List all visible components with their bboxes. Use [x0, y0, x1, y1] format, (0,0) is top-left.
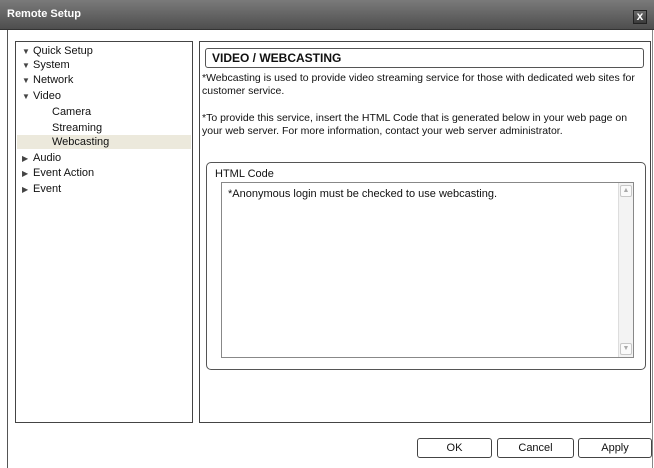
vertical-scrollbar[interactable]: ▲ ▼ — [618, 183, 633, 357]
expand-arrow-icon: ▶ — [22, 154, 29, 163]
html-code-text: *Anonymous login must be checked to use … — [228, 188, 498, 200]
section-title: VIDEO / WEBCASTING — [205, 48, 644, 68]
tree-item-label: Event Action — [33, 167, 95, 179]
navigation-tree: ▼ Quick Setup ▼ System ▼ Network ▼ Video Cam… — [15, 41, 193, 423]
html-code-label: HTML Code — [215, 168, 274, 180]
tree-item-label: Camera — [52, 106, 92, 118]
tree-item-system[interactable]: ▼ System — [22, 58, 70, 72]
tree-item-label: Audio — [33, 152, 62, 164]
description-instructions: *To provide this service, insert the HTM… — [202, 112, 628, 137]
window-title: Remote Setup — [7, 8, 81, 20]
tree-item-camera[interactable]: Camera — [52, 105, 91, 119]
tree-item-streaming[interactable]: Streaming — [52, 121, 102, 135]
close-button[interactable]: x — [633, 10, 647, 24]
expand-arrow-icon: ▼ — [22, 61, 30, 70]
expand-arrow-icon: ▼ — [22, 92, 30, 101]
cancel-button[interactable]: Cancel — [497, 438, 574, 458]
expand-arrow-icon: ▶ — [22, 169, 29, 178]
content-panel: VIDEO / WEBCASTING *Webcasting is used t… — [199, 41, 651, 423]
ok-button[interactable]: OK — [417, 438, 492, 458]
close-icon: x — [636, 9, 644, 23]
tree-item-label: Network — [33, 74, 74, 86]
expand-arrow-icon: ▶ — [22, 185, 29, 194]
apply-button[interactable]: Apply — [578, 438, 652, 458]
description-webcasting: *Webcasting is used to provide video str… — [202, 72, 635, 97]
tree-item-quick-setup[interactable]: ▼ Quick Setup — [22, 44, 93, 58]
tree-item-label: Quick Setup — [33, 45, 93, 57]
title-bar: Remote Setup x — [0, 0, 654, 30]
tree-item-video[interactable]: ▼ Video — [22, 89, 61, 103]
html-code-group: HTML Code *Anonymous login must be check… — [206, 162, 646, 370]
window-border-left — [7, 30, 8, 468]
html-code-textarea[interactable]: *Anonymous login must be checked to use … — [221, 182, 634, 358]
tree-item-label: System — [33, 59, 70, 71]
tree-item-webcasting[interactable]: Webcasting — [17, 135, 191, 149]
expand-arrow-icon: ▼ — [22, 76, 30, 85]
scroll-up-icon[interactable]: ▲ — [620, 185, 632, 197]
tree-item-label: Webcasting — [52, 136, 110, 148]
tree-item-event[interactable]: ▶ Event — [22, 182, 61, 196]
tree-item-label: Video — [33, 90, 61, 102]
window-border-right — [652, 30, 653, 468]
expand-arrow-icon: ▼ — [22, 47, 30, 56]
tree-item-label: Event — [33, 183, 62, 195]
scroll-down-icon[interactable]: ▼ — [620, 343, 632, 355]
tree-item-audio[interactable]: ▶ Audio — [22, 151, 61, 165]
tree-item-event-action[interactable]: ▶ Event Action — [22, 166, 94, 180]
tree-item-network[interactable]: ▼ Network — [22, 73, 73, 87]
tree-item-label: Streaming — [52, 122, 103, 134]
